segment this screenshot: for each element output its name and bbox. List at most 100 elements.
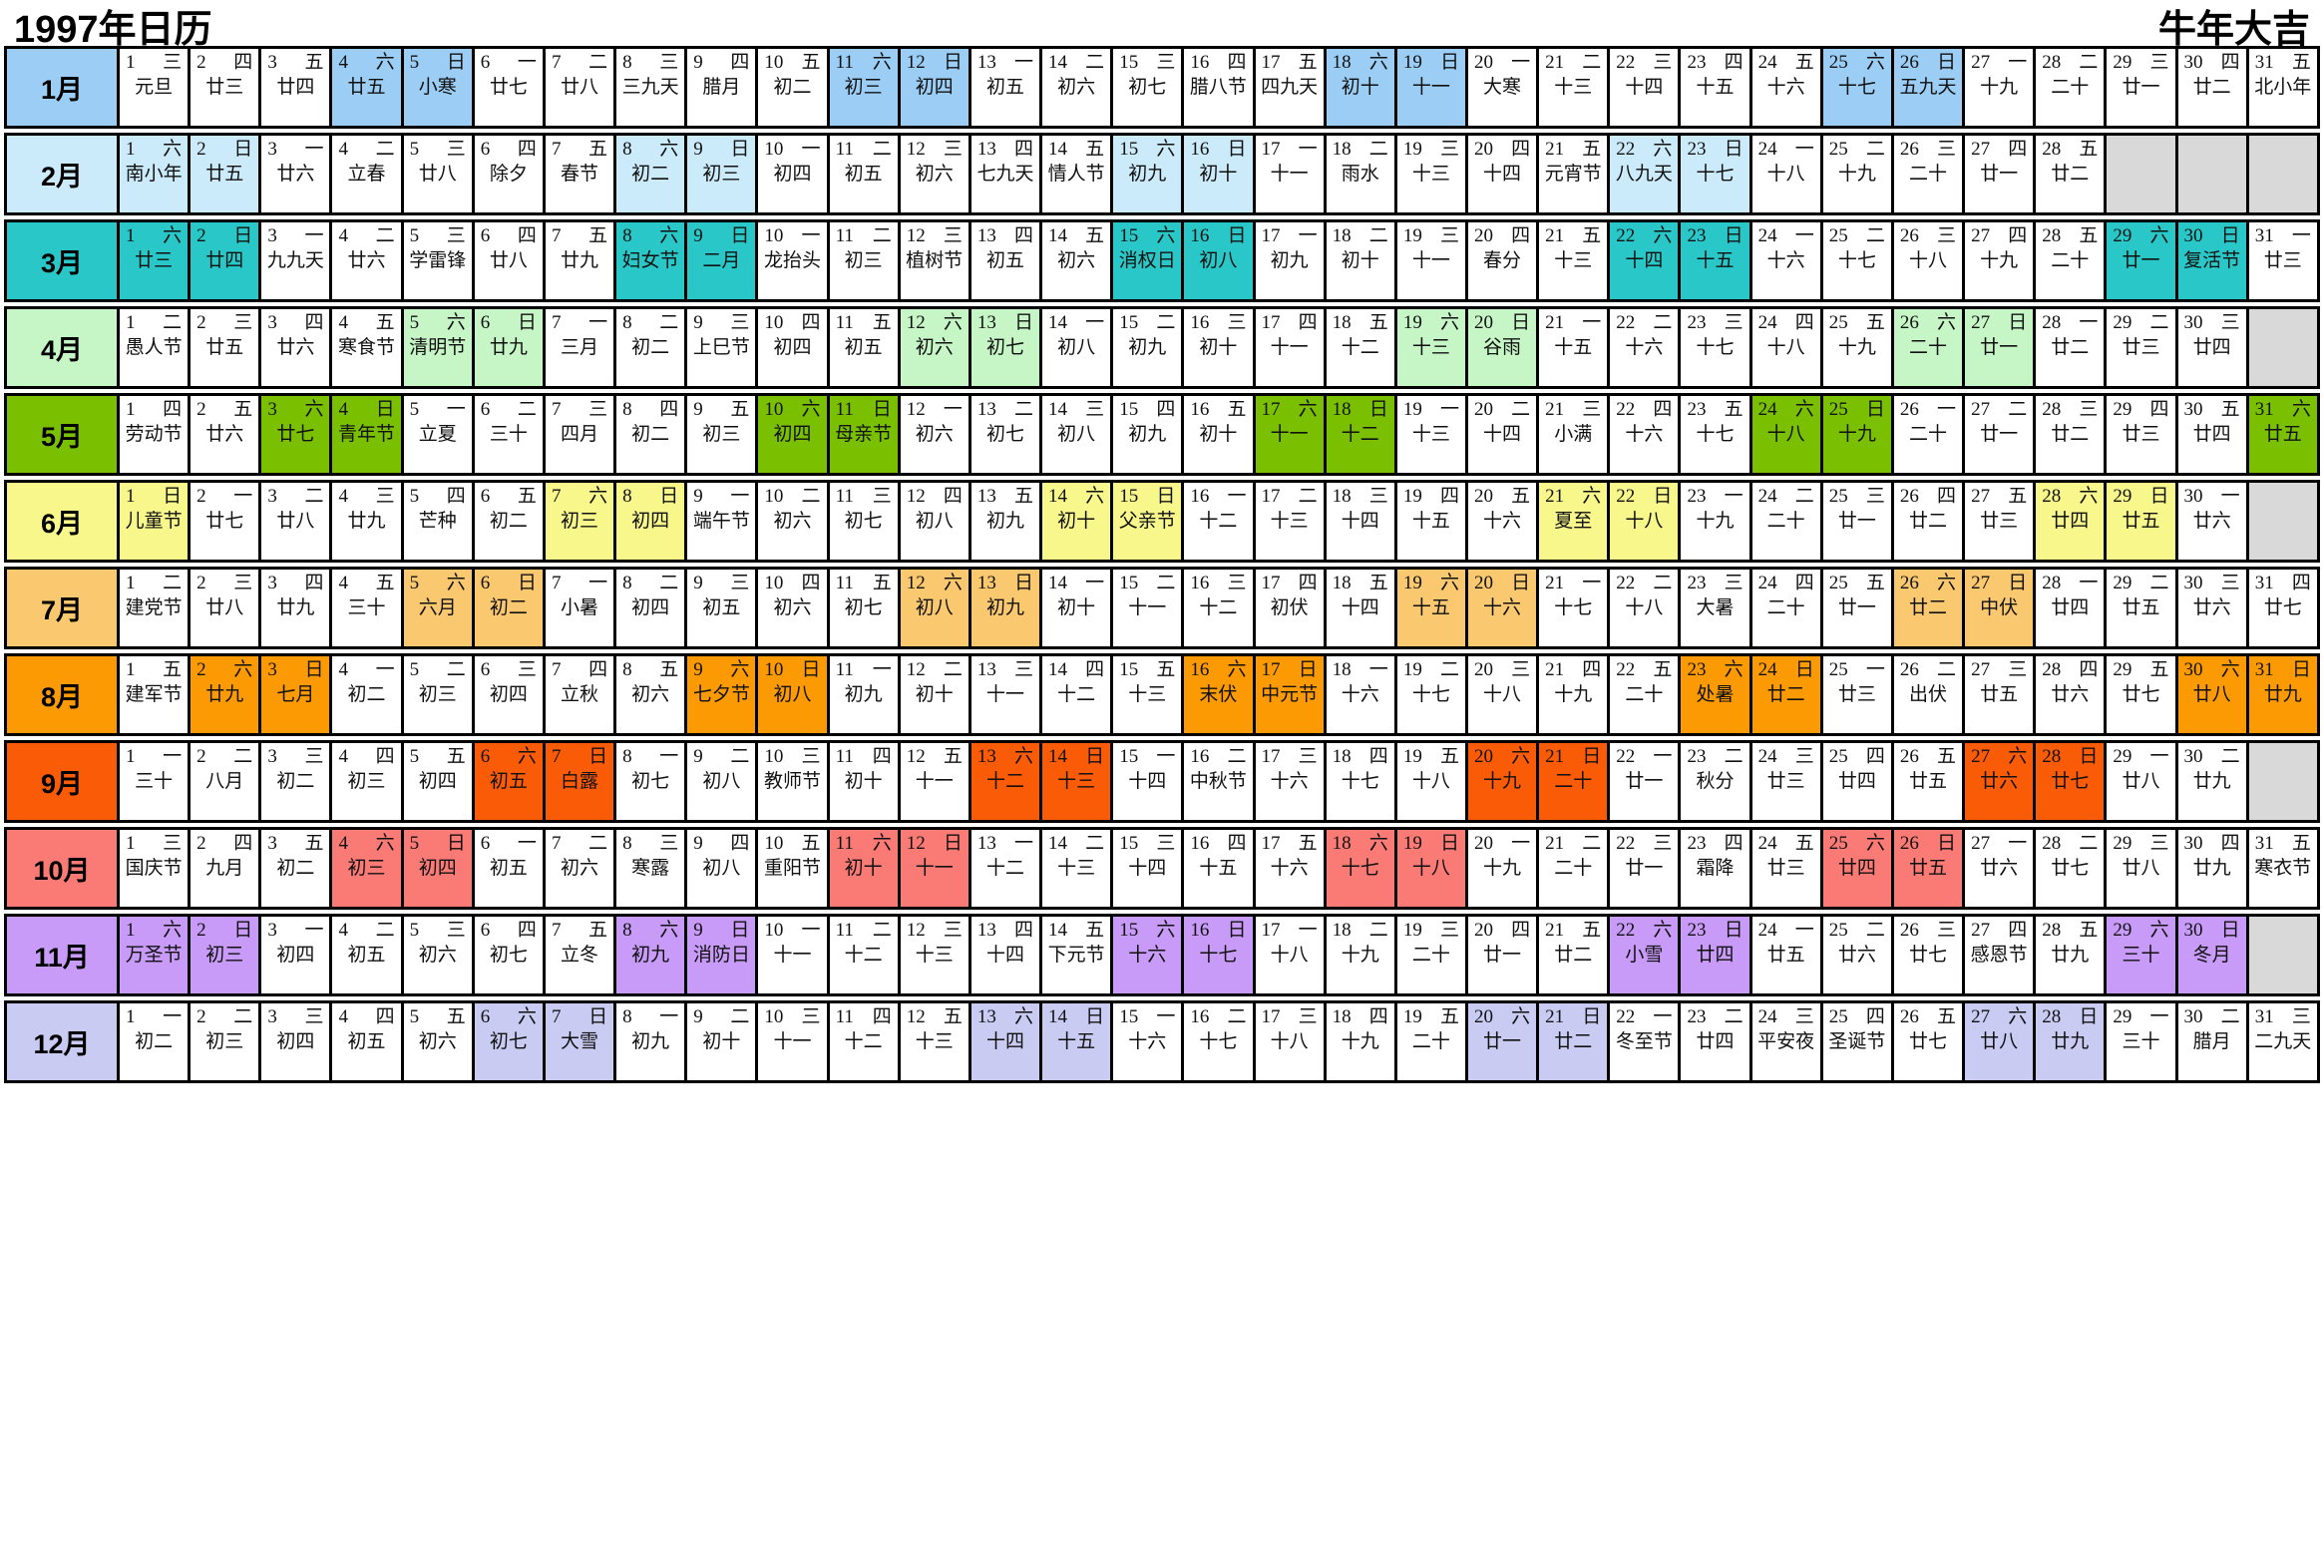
day-cell[interactable]: 23 日廿四	[1681, 917, 1752, 993]
day-cell[interactable]: 17 六十一	[1255, 396, 1327, 473]
day-cell[interactable]: 17 五四九天	[1255, 49, 1327, 126]
day-cell[interactable]: 30 五廿四	[2177, 396, 2249, 473]
day-cell[interactable]: 11 一初九	[829, 656, 901, 733]
day-cell[interactable]: 25 二十九	[1822, 136, 1894, 212]
day-cell[interactable]: 28 五廿二	[2036, 136, 2108, 212]
day-cell[interactable]: 25 日十九	[1822, 396, 1894, 473]
day-cell[interactable]: 26 日五九天	[1893, 49, 1966, 126]
day-cell[interactable]: 15 一十六	[1113, 1003, 1185, 1080]
day-cell[interactable]: 2 二八月	[191, 743, 262, 820]
day-cell[interactable]: 18 二雨水	[1326, 136, 1397, 212]
day-cell[interactable]: 13 一初五	[970, 49, 1043, 126]
day-cell[interactable]: 8 三三九天	[616, 49, 688, 126]
day-cell[interactable]: 23 日十七	[1681, 136, 1752, 212]
day-cell[interactable]: 19 三二十	[1396, 917, 1468, 993]
day-cell[interactable]: 23 四霜降	[1681, 830, 1752, 907]
month-label[interactable]: 2月	[4, 136, 120, 212]
day-cell[interactable]: 16 三十二	[1184, 570, 1256, 646]
day-cell[interactable]: 8 六妇女节	[616, 222, 688, 299]
day-cell[interactable]: 11 六初三	[829, 49, 901, 126]
day-cell[interactable]: 11 四初十	[829, 743, 901, 820]
day-cell[interactable]: 30 三廿四	[2177, 309, 2249, 386]
day-cell[interactable]: 29 日廿五	[2107, 483, 2178, 560]
day-cell[interactable]: 27 四廿一	[1965, 136, 2037, 212]
day-cell[interactable]: 29 二廿三	[2107, 309, 2178, 386]
day-cell[interactable]: 25 二廿六	[1822, 917, 1894, 993]
day-cell[interactable]: 17 一十八	[1255, 917, 1327, 993]
day-cell[interactable]: 24 二二十	[1751, 483, 1823, 560]
day-cell[interactable]: 1 四劳动节	[120, 396, 192, 473]
day-cell[interactable]: 7 日白露	[545, 743, 617, 820]
day-cell[interactable]: 8 一初九	[616, 1003, 688, 1080]
day-cell[interactable]: 11 五初七	[829, 570, 901, 646]
day-cell[interactable]: 28 二廿七	[2036, 830, 2108, 907]
day-cell[interactable]: 16 日初十	[1184, 136, 1256, 212]
day-cell[interactable]: 24 五廿三	[1751, 830, 1823, 907]
day-cell[interactable]: 1 日儿童节	[120, 483, 192, 560]
day-cell[interactable]: 10 五重阳节	[758, 830, 830, 907]
day-cell[interactable]: 12 六初六	[900, 309, 971, 386]
day-cell[interactable]: 17 三十八	[1255, 1003, 1327, 1080]
day-cell[interactable]: 6 六初七	[474, 1003, 546, 1080]
day-cell[interactable]: 12 三植树节	[900, 222, 971, 299]
day-cell[interactable]: 26 三十八	[1893, 222, 1966, 299]
day-cell[interactable]: 20 日十六	[1467, 570, 1540, 646]
day-cell[interactable]: 21 二十三	[1539, 49, 1611, 126]
day-cell[interactable]: 29 五廿七	[2107, 656, 2178, 733]
day-cell[interactable]: 3 二廿八	[261, 483, 333, 560]
day-cell[interactable]: 26 三廿七	[1893, 917, 1966, 993]
day-cell[interactable]: 8 日初四	[616, 483, 688, 560]
day-cell[interactable]: 18 三十四	[1326, 483, 1397, 560]
day-cell[interactable]: 23 四十五	[1681, 49, 1752, 126]
day-cell[interactable]: 26 日廿五	[1893, 830, 1966, 907]
day-cell[interactable]: 27 日廿一	[1965, 309, 2037, 386]
day-cell[interactable]: 28 三廿二	[2036, 396, 2108, 473]
day-cell[interactable]: 9 一端午节	[687, 483, 759, 560]
day-cell[interactable]: 9 三初五	[687, 570, 759, 646]
month-label[interactable]: 8月	[4, 656, 120, 733]
day-cell[interactable]: 28 四廿六	[2036, 656, 2108, 733]
day-cell[interactable]: 7 日大雪	[545, 1003, 617, 1080]
day-cell[interactable]: 29 三廿八	[2107, 830, 2178, 907]
day-cell[interactable]: 8 二初四	[616, 570, 688, 646]
day-cell[interactable]: 13 六十二	[970, 743, 1043, 820]
day-cell[interactable]: 19 一十三	[1396, 396, 1468, 473]
day-cell[interactable]: 3 三初四	[261, 1003, 333, 1080]
day-cell[interactable]: 11 四十二	[829, 1003, 901, 1080]
day-cell[interactable]: 31 四廿七	[2248, 570, 2320, 646]
day-cell[interactable]: 27 一十九	[1965, 49, 2037, 126]
day-cell[interactable]: 9 四腊月	[687, 49, 759, 126]
day-cell[interactable]: 10 三教师节	[758, 743, 830, 820]
day-cell[interactable]: 30 日冬月	[2177, 917, 2249, 993]
day-cell[interactable]: 28 六廿四	[2036, 483, 2108, 560]
day-cell[interactable]: 14 三初八	[1042, 396, 1114, 473]
day-cell[interactable]: 2 四廿三	[191, 49, 262, 126]
day-cell[interactable]: 25 二十七	[1822, 222, 1894, 299]
day-cell[interactable]: 21 五十三	[1539, 222, 1611, 299]
day-cell[interactable]: 22 五二十	[1610, 656, 1682, 733]
day-cell[interactable]: 19 四十五	[1396, 483, 1468, 560]
day-cell[interactable]: 13 一十二	[970, 830, 1043, 907]
day-cell[interactable]: 18 二十九	[1326, 917, 1397, 993]
day-cell[interactable]: 19 六十五	[1396, 570, 1468, 646]
day-cell[interactable]: 1 一初二	[120, 1003, 192, 1080]
day-cell[interactable]: 22 一廿一	[1610, 743, 1682, 820]
day-cell[interactable]: 25 一廿三	[1822, 656, 1894, 733]
day-cell[interactable]: 31 五寒衣节	[2248, 830, 2320, 907]
day-cell[interactable]: 30 日复活节	[2177, 222, 2249, 299]
day-cell[interactable]: 20 四廿一	[1467, 917, 1540, 993]
day-cell[interactable]: 21 一十七	[1539, 570, 1611, 646]
day-cell[interactable]: 19 五十八	[1396, 743, 1468, 820]
month-label[interactable]: 3月	[4, 222, 120, 299]
day-cell[interactable]: 5 日初四	[403, 830, 475, 907]
day-cell[interactable]: 3 四廿六	[261, 309, 333, 386]
day-cell[interactable]: 14 日十三	[1042, 743, 1114, 820]
day-cell[interactable]: 24 三平安夜	[1751, 1003, 1823, 1080]
day-cell[interactable]: 13 二初七	[970, 396, 1043, 473]
day-cell[interactable]: 31 三二九天	[2248, 1003, 2320, 1080]
day-cell[interactable]: 17 二十三	[1255, 483, 1327, 560]
day-cell[interactable]: 10 二初六	[758, 483, 830, 560]
day-cell[interactable]: 21 一十五	[1539, 309, 1611, 386]
day-cell[interactable]: 28 五廿九	[2036, 917, 2108, 993]
day-cell[interactable]: 2 五廿六	[191, 396, 262, 473]
